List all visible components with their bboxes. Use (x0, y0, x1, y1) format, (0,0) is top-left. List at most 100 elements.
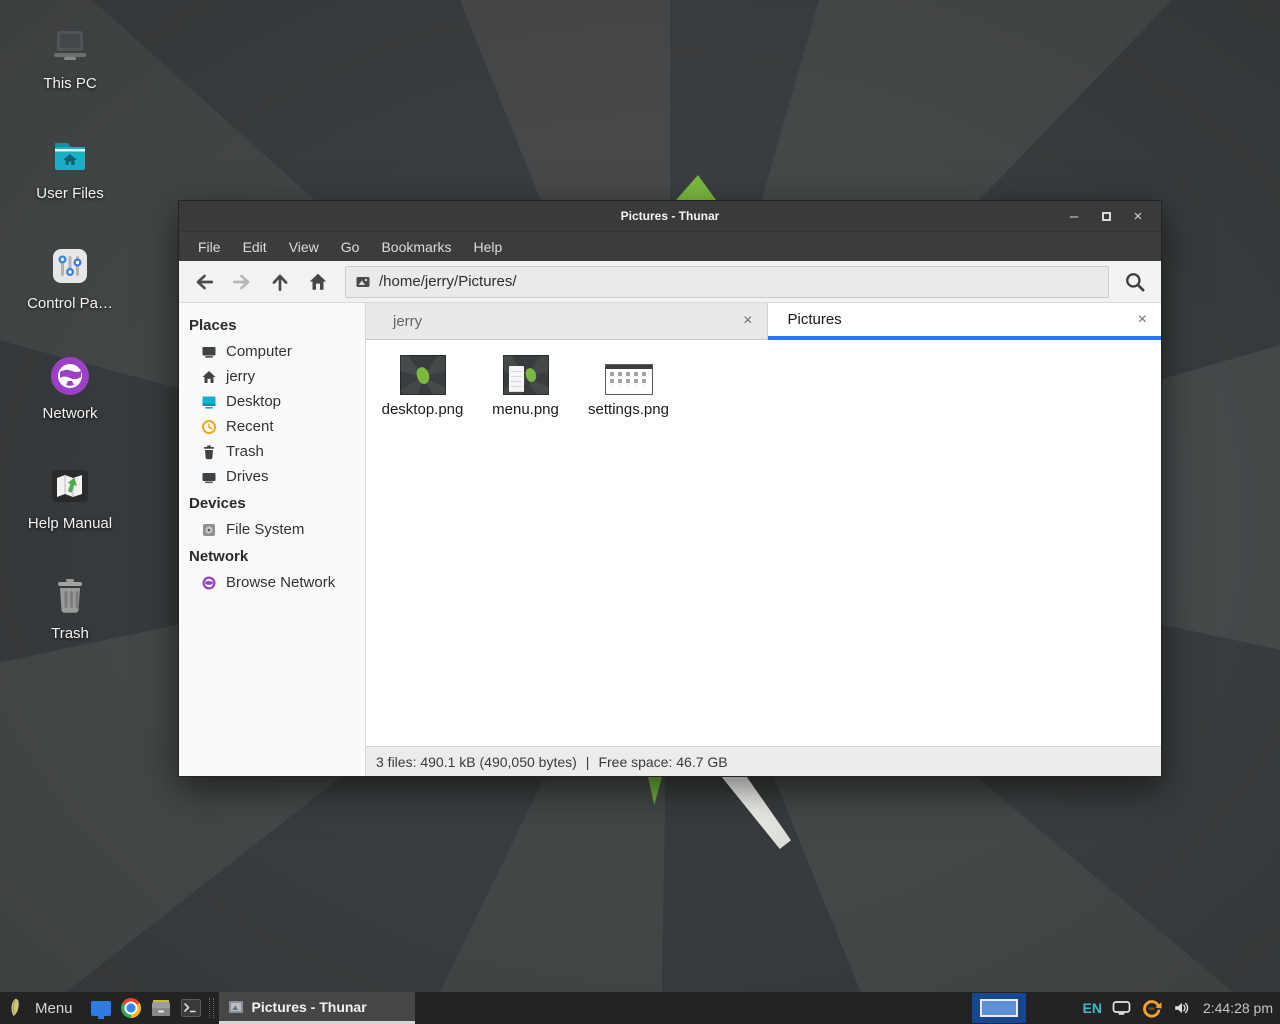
globe-icon (201, 575, 217, 591)
sidebar-item-label: Drives (226, 468, 269, 485)
sidebar-item-desktop[interactable]: Desktop (179, 389, 365, 414)
terminal-icon (181, 999, 201, 1017)
menu-button[interactable]: Menu (0, 992, 86, 1024)
main-pane: jerry × Pictures × desktop.png (366, 303, 1161, 776)
sidebar: Places Computer jerry (179, 303, 366, 776)
launcher-terminal[interactable] (176, 992, 206, 1024)
desktop-icon-trash[interactable]: Trash (16, 574, 124, 642)
menu-edit[interactable]: Edit (232, 232, 278, 262)
titlebar[interactable]: Pictures - Thunar – × (179, 201, 1161, 231)
minimize-button[interactable]: – (1065, 207, 1083, 225)
files-summary: 3 files: 490.1 kB (490,050 bytes) (376, 754, 577, 770)
file-manager-icon (150, 998, 172, 1018)
display-icon[interactable] (1112, 1000, 1131, 1016)
file-menu-png[interactable]: menu.png (474, 351, 577, 418)
desktop-icon-control-panel[interactable]: Control Pa… (16, 244, 124, 312)
desktop-icon-label: User Files (16, 185, 124, 202)
network-globe-icon (48, 354, 92, 398)
sidebar-item-computer[interactable]: Computer (179, 339, 365, 364)
sidebar-item-label: Browse Network (226, 574, 335, 591)
search-button[interactable] (1115, 265, 1155, 299)
tab-jerry[interactable]: jerry × (366, 303, 768, 340)
sidebar-item-trash[interactable]: Trash (179, 439, 365, 464)
up-button[interactable] (261, 265, 299, 299)
sidebar-item-recent[interactable]: Recent (179, 414, 365, 439)
search-icon (1123, 270, 1147, 294)
file-settings-png[interactable]: settings.png (577, 351, 680, 418)
file-name: desktop.png (382, 401, 464, 418)
trash-icon (201, 444, 217, 460)
sidebar-header-network: Network (179, 542, 365, 570)
desktop-icon-label: Network (16, 405, 124, 422)
launcher-chrome[interactable] (116, 992, 146, 1024)
system-tray: EN 2:44:28 pm (1082, 998, 1280, 1019)
desktop-icon-label: Trash (16, 625, 124, 642)
settings-window-thumbnail (605, 364, 653, 395)
desktop-icon-network[interactable]: Network (16, 354, 124, 422)
sidebar-item-label: File System (226, 521, 304, 538)
mint-desktop-thumbnail (400, 355, 446, 395)
forward-arrow-icon (231, 271, 253, 293)
back-arrow-icon (193, 271, 215, 293)
mint-logo-icon (8, 998, 26, 1018)
image-file-icon (355, 274, 371, 290)
desktop-icon-this-pc[interactable]: This PC (16, 24, 124, 92)
active-workspace[interactable] (980, 999, 1018, 1017)
sidebar-item-file-system[interactable]: File System (179, 517, 365, 542)
update-icon[interactable] (1141, 998, 1162, 1019)
up-arrow-icon (269, 271, 291, 293)
sidebar-item-label: Trash (226, 443, 264, 460)
menu-go[interactable]: Go (330, 232, 371, 262)
launcher-show-desktop[interactable] (86, 992, 116, 1024)
volume-icon[interactable] (1172, 999, 1191, 1017)
home-icon (307, 271, 329, 293)
file-desktop-png[interactable]: desktop.png (371, 351, 474, 418)
workspace-switcher[interactable] (972, 993, 1026, 1023)
task-button-label: Pictures - Thunar (252, 999, 367, 1015)
path-text: /home/jerry/Pictures/ (379, 273, 517, 290)
forward-button[interactable] (223, 265, 261, 299)
menu-view[interactable]: View (278, 232, 330, 262)
tab-bar: jerry × Pictures × (366, 303, 1161, 340)
sidebar-item-browse-network[interactable]: Browse Network (179, 570, 365, 595)
menubar: File Edit View Go Bookmarks Help (179, 231, 1161, 261)
file-name: menu.png (492, 401, 559, 418)
launcher-file-manager[interactable] (146, 992, 176, 1024)
mint-menu-thumbnail (503, 355, 549, 395)
desktop-icon-user-files[interactable]: User Files (16, 134, 124, 202)
desktop-icon-label: Help Manual (16, 515, 124, 532)
sidebar-item-jerry[interactable]: jerry (179, 364, 365, 389)
recent-clock-icon (201, 419, 217, 435)
tab-label: Pictures (788, 311, 842, 328)
clock[interactable]: 2:44:28 pm (1203, 1000, 1273, 1016)
desktop-icon-label: This PC (16, 75, 124, 92)
menu-help[interactable]: Help (463, 232, 514, 262)
home-button[interactable] (299, 265, 337, 299)
taskbar-task-pictures-thunar[interactable]: Pictures - Thunar (219, 992, 415, 1024)
window-content: Places Computer jerry (179, 303, 1161, 776)
file-grid[interactable]: desktop.png menu.png (366, 340, 1161, 746)
filesystem-drive-icon (201, 522, 217, 538)
menu-bookmarks[interactable]: Bookmarks (370, 232, 462, 262)
desktop-icon-help-manual[interactable]: Help Manual (16, 464, 124, 532)
tab-close-icon[interactable]: × (743, 313, 752, 329)
sidebar-header-places: Places (179, 311, 365, 339)
menu-button-label: Menu (35, 1000, 73, 1017)
keyboard-layout-indicator[interactable]: EN (1082, 1000, 1101, 1016)
menu-file[interactable]: File (187, 232, 232, 262)
status-bar: 3 files: 490.1 kB (490,050 bytes) | Free… (366, 746, 1161, 776)
sidebar-header-devices: Devices (179, 489, 365, 517)
tab-close-icon[interactable]: × (1138, 312, 1147, 328)
tab-pictures[interactable]: Pictures × (768, 303, 1162, 340)
tab-label: jerry (393, 313, 422, 330)
sidebar-item-label: jerry (226, 368, 255, 385)
help-manual-icon (48, 464, 92, 508)
minimize-icon: – (1070, 208, 1078, 225)
free-space: Free space: 46.7 GB (598, 754, 727, 770)
chrome-icon (121, 998, 141, 1018)
sidebar-item-drives[interactable]: Drives (179, 464, 365, 489)
back-button[interactable] (185, 265, 223, 299)
close-button[interactable]: × (1129, 207, 1147, 225)
path-bar[interactable]: /home/jerry/Pictures/ (345, 266, 1109, 298)
maximize-button[interactable] (1097, 207, 1115, 225)
